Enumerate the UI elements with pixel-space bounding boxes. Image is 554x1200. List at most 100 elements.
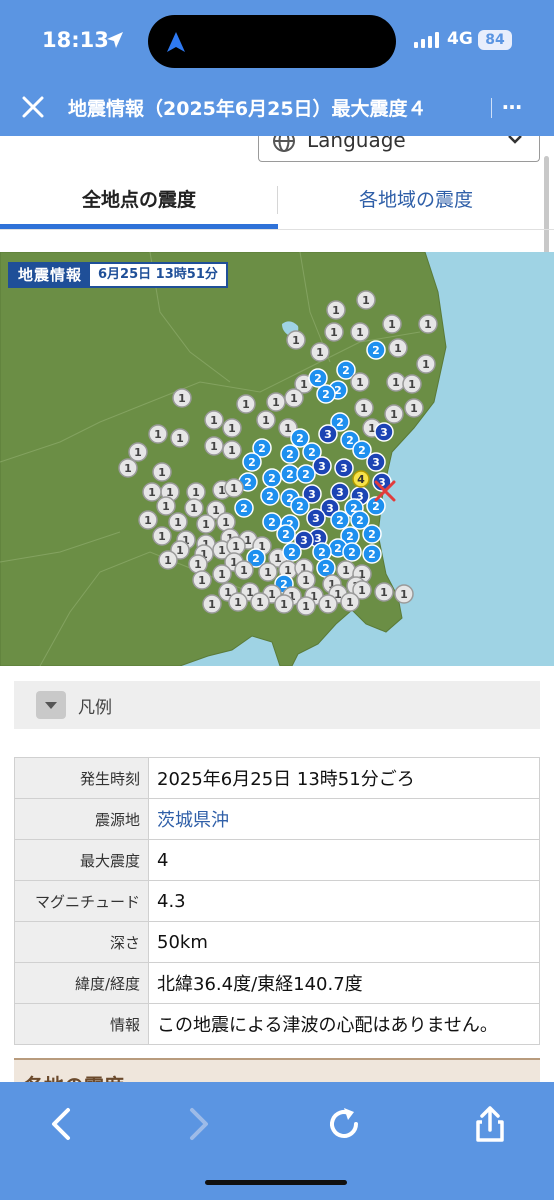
intensity-marker-1: 1 [250, 592, 270, 612]
intensity-map[interactable]: 1111111211211221111111211111112111122323… [0, 252, 554, 666]
svg-text:2: 2 [244, 476, 252, 489]
svg-text:1: 1 [232, 540, 240, 553]
svg-text:1: 1 [148, 486, 156, 499]
svg-text:1: 1 [410, 402, 418, 415]
intensity-marker-2: 2 [282, 542, 302, 562]
intensity-marker-2: 2 [330, 510, 350, 530]
svg-text:1: 1 [342, 564, 350, 577]
svg-text:1: 1 [230, 482, 238, 495]
status-time: 18:13 [42, 28, 109, 52]
svg-text:1: 1 [362, 294, 370, 307]
svg-text:2: 2 [314, 372, 322, 385]
svg-text:1: 1 [264, 566, 272, 579]
svg-text:1: 1 [210, 414, 218, 427]
svg-text:1: 1 [174, 516, 182, 529]
intensity-marker-1: 1 [318, 594, 338, 614]
intensity-marker-2: 2 [290, 496, 310, 516]
intensity-marker-1: 1 [274, 594, 294, 614]
table-row: マグニチュード 4.3 [14, 880, 540, 922]
svg-text:1: 1 [198, 574, 206, 587]
svg-text:1: 1 [290, 392, 298, 405]
intensity-marker-2: 2 [362, 524, 382, 544]
intensity-marker-1: 1 [192, 570, 212, 590]
language-select[interactable]: Language [258, 136, 540, 162]
back-icon[interactable] [40, 1102, 84, 1146]
intensity-marker-1: 1 [236, 394, 256, 414]
intensity-marker-2: 2 [362, 544, 382, 564]
svg-text:2: 2 [348, 546, 356, 559]
more-options-button[interactable]: … [502, 90, 523, 114]
intensity-marker-1: 1 [382, 314, 402, 334]
intensity-marker-1: 1 [388, 338, 408, 358]
row-value: 4 [148, 839, 540, 881]
intensity-marker-1: 1 [202, 594, 222, 614]
chevron-down-icon [508, 136, 522, 144]
intensity-marker-2: 2 [366, 340, 386, 360]
forward-icon[interactable] [176, 1102, 220, 1146]
max-intensity-marker-label: 4 [357, 473, 365, 486]
intensity-marker-3: 3 [330, 482, 350, 502]
row-key: 情報 [14, 1003, 149, 1045]
share-icon[interactable] [468, 1102, 512, 1146]
map-info-label: 地震情報 6月25日 13時51分 [8, 262, 228, 288]
table-row: 深さ 50km [14, 921, 540, 963]
svg-text:1: 1 [302, 600, 310, 613]
legend-toggle[interactable]: 凡例 [14, 681, 540, 729]
tab-divider [0, 229, 554, 230]
intensity-marker-1: 1 [336, 560, 356, 580]
intensity-marker-1: 1 [138, 510, 158, 530]
epicenter-link[interactable]: 茨城県沖 [148, 798, 540, 840]
svg-text:1: 1 [162, 500, 170, 513]
svg-text:1: 1 [330, 326, 338, 339]
tab-regions[interactable]: 各地域の震度 [278, 170, 554, 230]
svg-text:1: 1 [124, 462, 132, 475]
svg-text:1: 1 [218, 544, 226, 557]
intensity-marker-1: 1 [216, 512, 236, 532]
intensity-marker-1: 1 [222, 440, 242, 460]
svg-text:1: 1 [176, 432, 184, 445]
intensity-marker-1: 1 [266, 392, 286, 412]
intensity-marker-1: 1 [340, 592, 360, 612]
intensity-marker-1: 1 [128, 442, 148, 462]
svg-text:2: 2 [318, 546, 326, 559]
svg-text:2: 2 [322, 562, 330, 575]
svg-text:1: 1 [202, 518, 210, 531]
svg-text:2: 2 [356, 514, 364, 527]
svg-text:3: 3 [372, 456, 380, 469]
close-icon[interactable] [20, 94, 46, 120]
svg-text:1: 1 [210, 440, 218, 453]
intensity-marker-1: 1 [350, 372, 370, 392]
svg-text:1: 1 [262, 414, 270, 427]
intensity-marker-1: 1 [258, 562, 278, 582]
svg-text:1: 1 [346, 596, 354, 609]
svg-text:1: 1 [422, 358, 430, 371]
svg-text:1: 1 [388, 318, 396, 331]
svg-text:1: 1 [272, 396, 280, 409]
svg-text:1: 1 [218, 568, 226, 581]
svg-text:2: 2 [296, 432, 304, 445]
row-key: 発生時刻 [14, 757, 149, 799]
intensity-marker-1: 1 [286, 330, 306, 350]
intensity-marker-1: 1 [168, 512, 188, 532]
svg-text:1: 1 [240, 564, 248, 577]
legend-expand-button[interactable] [36, 691, 66, 719]
intensity-marker-1: 1 [186, 482, 206, 502]
intensity-marker-1: 1 [296, 570, 316, 590]
reload-icon[interactable] [322, 1102, 366, 1146]
intensity-marker-1: 1 [384, 404, 404, 424]
svg-text:2: 2 [346, 530, 354, 543]
svg-text:3: 3 [324, 428, 332, 441]
intensity-marker-1: 1 [356, 290, 376, 310]
svg-text:1: 1 [212, 504, 220, 517]
row-key: 深さ [14, 921, 149, 963]
intensity-marker-1: 1 [386, 372, 406, 392]
intensity-marker-1: 1 [354, 398, 374, 418]
intensity-marker-1: 1 [310, 342, 330, 362]
svg-text:2: 2 [282, 528, 290, 541]
svg-text:2: 2 [286, 448, 294, 461]
svg-text:1: 1 [228, 444, 236, 457]
svg-text:1: 1 [176, 544, 184, 557]
intensity-marker-1: 1 [152, 526, 172, 546]
intensity-marker-1: 1 [184, 498, 204, 518]
tab-all-points[interactable]: 全地点の震度 [0, 170, 278, 230]
